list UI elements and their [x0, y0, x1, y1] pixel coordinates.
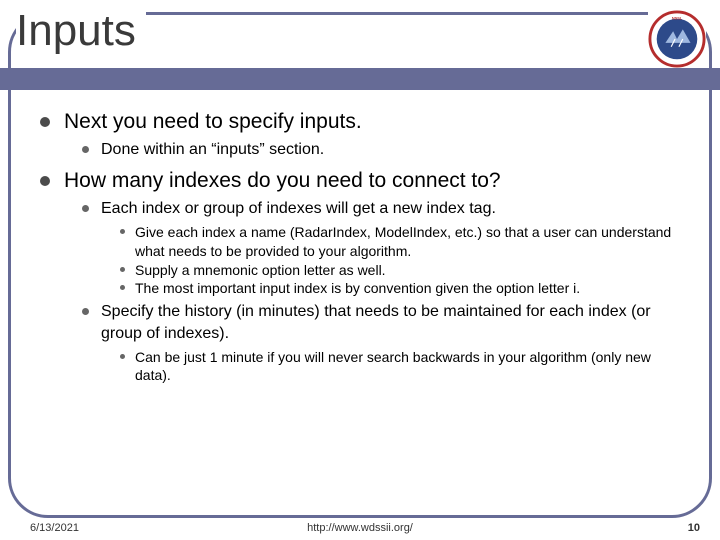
bullet-item: Supply a mnemonic option letter as well.: [120, 261, 690, 280]
slide: Inputs NSSL Next you need to specify inp…: [0, 0, 720, 540]
bullet-icon: [40, 176, 50, 186]
bullet-icon: [40, 117, 50, 127]
bullet-icon: [120, 267, 125, 272]
bullet-item: Next you need to specify inputs. Done wi…: [40, 108, 690, 161]
bullet-text: Specify the history (in minutes) that ne…: [101, 301, 690, 344]
bullet-text: Supply a mnemonic option letter as well.: [135, 261, 690, 280]
bullet-icon: [82, 308, 89, 315]
bullet-text: Done within an “inputs” section.: [101, 139, 690, 161]
content: Next you need to specify inputs. Done wi…: [40, 108, 690, 391]
bullet-icon: [120, 229, 125, 234]
bullet-icon: [120, 354, 125, 359]
bullet-item: The most important input index is by con…: [120, 279, 690, 298]
title-bar: [0, 68, 720, 90]
svg-text:NSSL: NSSL: [672, 17, 683, 21]
bullet-icon: [82, 146, 89, 153]
bullet-text: Give each index a name (RadarIndex, Mode…: [135, 223, 690, 261]
bullet-item: How many indexes do you need to connect …: [40, 167, 690, 385]
bullet-text: Can be just 1 minute if you will never s…: [135, 348, 690, 386]
bullet-icon: [82, 205, 89, 212]
bullet-item: Each index or group of indexes will get …: [82, 198, 690, 298]
bullet-text: The most important input index is by con…: [135, 279, 690, 298]
bullet-item: Done within an “inputs” section.: [82, 139, 690, 161]
slide-title: Inputs: [16, 6, 146, 56]
nssl-logo: NSSL: [648, 10, 706, 68]
bullet-text: Each index or group of indexes will get …: [101, 198, 690, 220]
bullet-icon: [120, 285, 125, 290]
bullet-item: Give each index a name (RadarIndex, Mode…: [120, 223, 690, 261]
bullet-item: Can be just 1 minute if you will never s…: [120, 348, 690, 386]
footer-url: http://www.wdssii.org/: [0, 522, 720, 534]
bullet-text: Next you need to specify inputs.: [64, 108, 690, 135]
bullet-text: How many indexes do you need to connect …: [64, 167, 690, 194]
footer: 6/13/2021 http://www.wdssii.org/ 10: [0, 518, 720, 534]
footer-page: 10: [688, 522, 700, 534]
bullet-item: Specify the history (in minutes) that ne…: [82, 301, 690, 385]
